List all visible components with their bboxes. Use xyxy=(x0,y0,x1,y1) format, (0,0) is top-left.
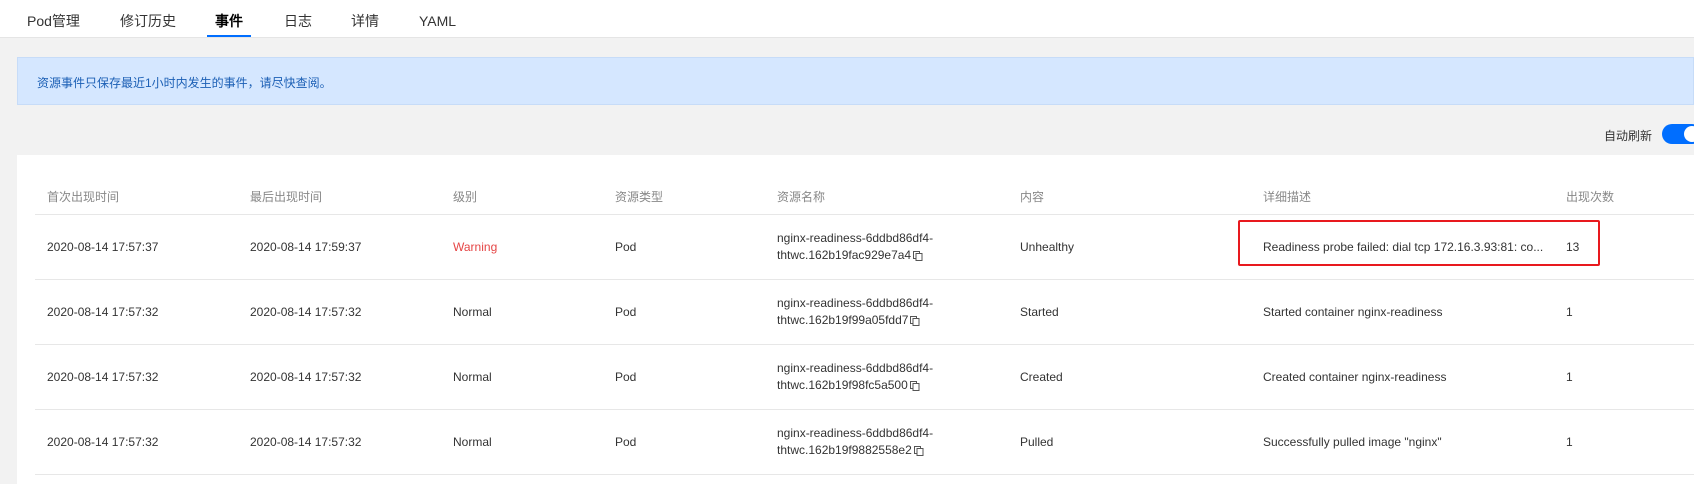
copy-icon[interactable] xyxy=(910,316,920,326)
row-divider xyxy=(35,344,1694,345)
notice-text: 资源事件只保存最近1小时内发生的事件，请尽快查阅。 xyxy=(37,76,332,90)
copy-icon[interactable] xyxy=(913,251,923,261)
resource-name: nginx-readiness-6ddbd86df4- thtwc.162b19… xyxy=(777,360,933,394)
event-content: Pulled xyxy=(1020,435,1054,449)
event-description: Started container nginx-readiness xyxy=(1263,305,1443,319)
copy-icon[interactable] xyxy=(909,381,920,391)
resource-name: nginx-readiness-6ddbd86df4- thtwc.162b19… xyxy=(777,295,933,329)
event-count: 1 xyxy=(1566,370,1573,384)
event-description: Successfully pulled image "nginx" xyxy=(1263,435,1442,449)
event-content: Created xyxy=(1020,370,1063,384)
first-seen: 2020-08-14 17:57:32 xyxy=(47,435,159,449)
resource-name: nginx-readiness-6ddbd86df4- thtwc.162b19… xyxy=(777,230,933,264)
resource-name-line2: thtwc.162b19f99a05fdd7 xyxy=(777,313,909,327)
resource-type: Pod xyxy=(615,305,637,319)
retention-notice: 资源事件只保存最近1小时内发生的事件，请尽快查阅。 xyxy=(17,57,1694,105)
resource-name-line1: nginx-readiness-6ddbd86df4- xyxy=(777,296,934,310)
event-count: 1 xyxy=(1566,305,1573,319)
auto-refresh-label: 自动刷新 xyxy=(1604,129,1653,143)
first-seen: 2020-08-14 17:57:32 xyxy=(47,305,159,319)
resource-name: nginx-readiness-6ddbd86df4- thtwc.162b19… xyxy=(777,425,933,459)
resource-type: Pod xyxy=(615,435,637,449)
tab-logs[interactable]: 日志 xyxy=(284,0,312,37)
col-first-seen[interactable]: 首次出现时间 xyxy=(47,188,119,205)
level-warning: Warning xyxy=(453,240,498,254)
resource-name-line2: thtwc.162b19f9882558e2 xyxy=(777,443,912,457)
event-content: Started xyxy=(1020,305,1059,319)
resource-type: Pod xyxy=(615,370,637,384)
col-resource-type[interactable]: 资源类型 xyxy=(615,188,663,205)
col-last-seen[interactable]: 最后出现时间 xyxy=(250,188,322,205)
col-content[interactable]: 内容 xyxy=(1020,188,1044,205)
level: Normal xyxy=(453,305,492,319)
highlight-box xyxy=(1238,220,1600,266)
tab-events[interactable]: 事件 xyxy=(207,0,251,37)
resource-name-line1: nginx-readiness-6ddbd86df4- xyxy=(777,426,934,440)
last-seen: 2020-08-14 17:57:32 xyxy=(250,435,362,449)
col-level[interactable]: 级别 xyxy=(453,188,477,205)
copy-icon[interactable] xyxy=(913,446,924,456)
tab-revision-history[interactable]: 修订历史 xyxy=(120,0,176,37)
events-table: 首次出现时间 最后出现时间 级别 资源类型 资源名称 内容 详细描述 出现次数 … xyxy=(17,155,1694,484)
row-divider xyxy=(35,409,1694,410)
row-divider xyxy=(35,474,1694,475)
last-seen: 2020-08-14 17:59:37 xyxy=(250,240,362,254)
resource-name-line2: thtwc.162b19fac929e7a4 xyxy=(777,248,912,262)
resource-type: Pod xyxy=(615,240,637,254)
col-count[interactable]: 出现次数 xyxy=(1566,188,1614,205)
level: Normal xyxy=(453,435,492,449)
row-divider xyxy=(35,279,1694,280)
col-resource-name[interactable]: 资源名称 xyxy=(777,188,825,205)
first-seen: 2020-08-14 17:57:32 xyxy=(47,370,159,384)
level: Normal xyxy=(453,370,492,384)
event-content: Unhealthy xyxy=(1020,240,1075,254)
tab-pod-management[interactable]: Pod管理 xyxy=(27,0,80,37)
col-description[interactable]: 详细描述 xyxy=(1263,188,1311,205)
resource-name-line1: nginx-readiness-6ddbd86df4- xyxy=(777,361,934,375)
header-divider xyxy=(35,214,1694,215)
last-seen: 2020-08-14 17:57:32 xyxy=(250,305,362,319)
event-description: Created container nginx-readiness xyxy=(1263,370,1447,384)
last-seen: 2020-08-14 17:57:32 xyxy=(250,370,362,384)
tab-bar: Pod管理 修订历史 事件 日志 详情 YAML xyxy=(0,0,1694,38)
resource-name-line1: nginx-readiness-6ddbd86df4- xyxy=(777,231,934,245)
auto-refresh-toggle[interactable] xyxy=(1662,124,1694,144)
toggle-knob xyxy=(1684,126,1694,142)
first-seen: 2020-08-14 17:57:37 xyxy=(47,240,159,254)
resource-name-line2: thtwc.162b19f98fc5a500 xyxy=(777,378,908,392)
tab-details[interactable]: 详情 xyxy=(351,0,379,37)
event-count: 1 xyxy=(1566,435,1573,449)
tab-yaml[interactable]: YAML xyxy=(419,0,456,37)
